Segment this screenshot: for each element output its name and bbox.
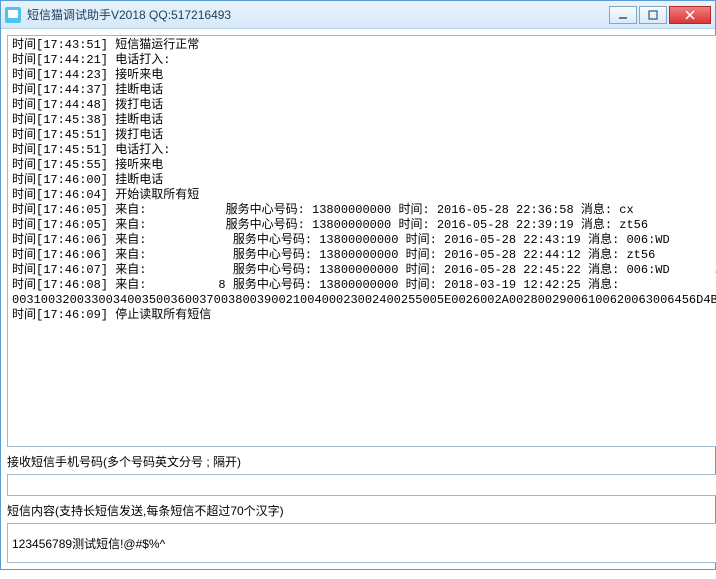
close-button[interactable]: [669, 6, 711, 24]
app-icon: [5, 7, 21, 23]
titlebar: 短信猫调试助手V2018 QQ:517216493: [1, 1, 715, 29]
left-column: 时间[17:43:51] 短信猫运行正常 时间[17:44:21] 电话打入: …: [7, 35, 716, 563]
log-output[interactable]: 时间[17:43:51] 短信猫运行正常 时间[17:44:21] 电话打入: …: [7, 35, 716, 447]
recv-phone-input[interactable]: [7, 474, 716, 496]
recv-label: 接收短信手机号码(多个号码英文分号 ; 隔开): [7, 453, 716, 470]
maximize-button[interactable]: [639, 6, 667, 24]
window-controls: [609, 6, 711, 24]
minimize-button[interactable]: [609, 6, 637, 24]
window-title: 短信猫调试助手V2018 QQ:517216493: [27, 6, 609, 23]
app-window: 短信猫调试助手V2018 QQ:517216493 时间[17:43:51] 短…: [0, 0, 716, 570]
sms-content-label: 短信内容(支持长短信发送,每条短信不超过70个汉字): [7, 502, 716, 519]
client-area: 时间[17:43:51] 短信猫运行正常 时间[17:44:21] 电话打入: …: [1, 29, 715, 569]
sms-content-input[interactable]: [7, 523, 716, 563]
